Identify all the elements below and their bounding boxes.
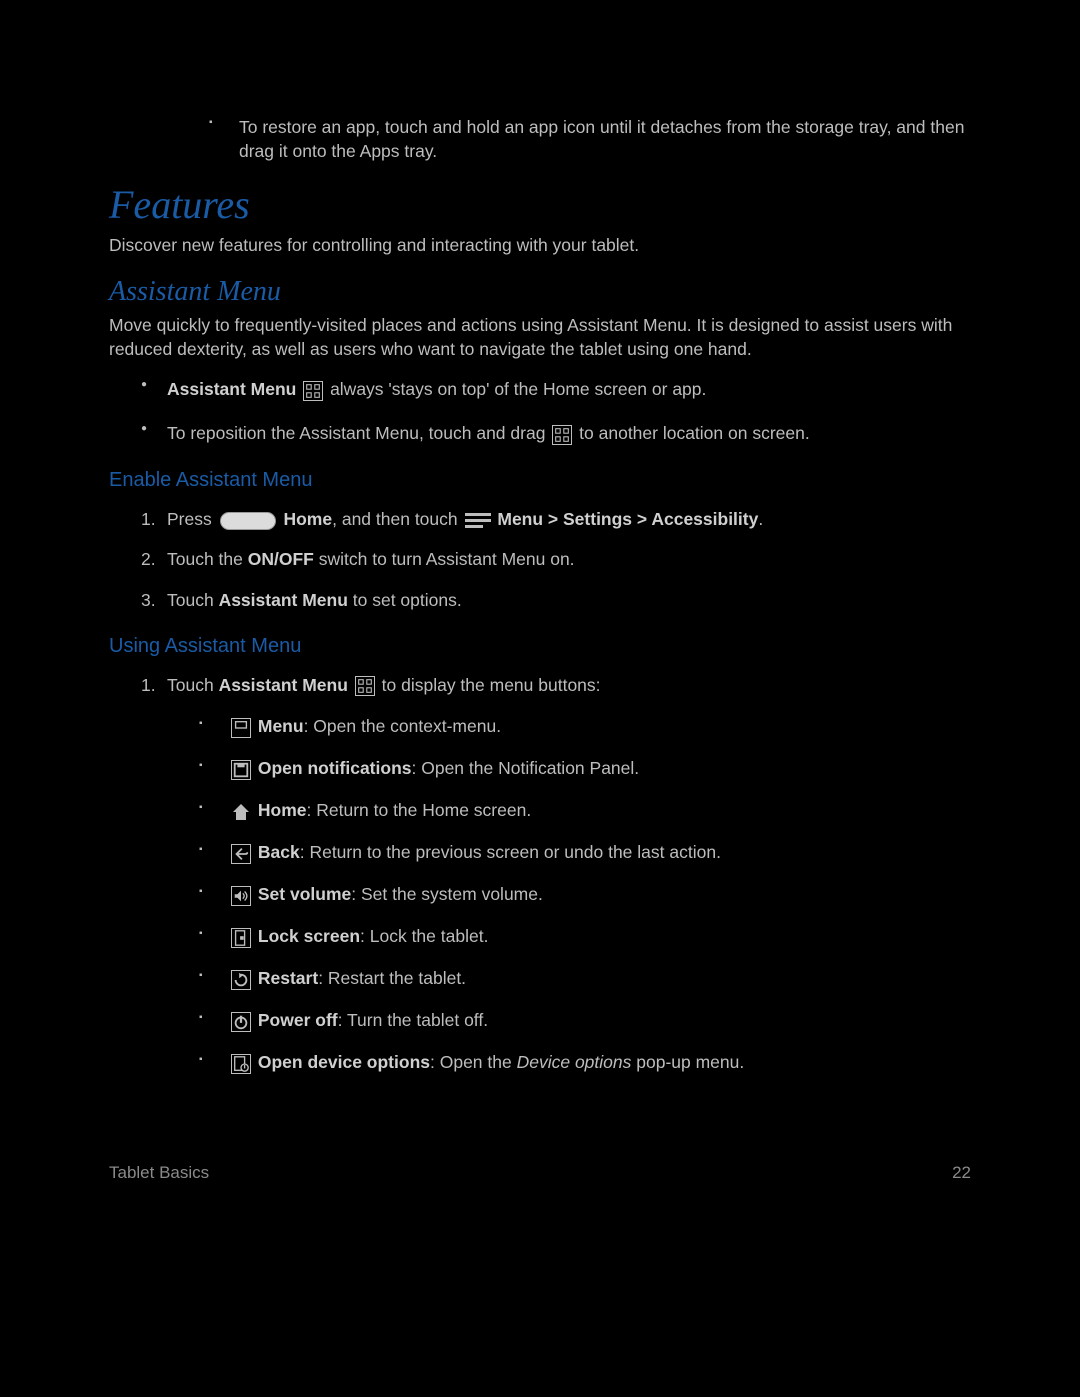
menu-path: Menu > Settings > Accessibility bbox=[497, 509, 758, 529]
desc: : Open the Notification Panel. bbox=[412, 758, 640, 778]
text: Touch the bbox=[167, 549, 248, 569]
menu-item-home: Home: Return to the Home screen. bbox=[199, 796, 971, 824]
bullet-reposition: To reposition the Assistant Menu, touch … bbox=[141, 419, 971, 447]
restore-app-bullet: To restore an app, touch and hold an app… bbox=[199, 116, 971, 163]
power-off-icon bbox=[231, 1012, 251, 1032]
desc: : Return to the Home screen. bbox=[307, 800, 532, 820]
assistant-menu-desc: Move quickly to frequently-visited place… bbox=[109, 314, 971, 361]
text: Touch bbox=[167, 590, 219, 610]
text: to set options. bbox=[348, 590, 462, 610]
label: Menu bbox=[258, 716, 304, 736]
menu-item-power: Power off: Turn the tablet off. bbox=[199, 1006, 971, 1034]
text: Touch bbox=[167, 675, 219, 695]
num: 1. bbox=[141, 672, 156, 698]
label: Lock screen bbox=[258, 926, 360, 946]
restart-icon bbox=[231, 970, 251, 990]
step-2: 2. Touch the ON/OFF switch to turn Assis… bbox=[141, 546, 971, 572]
desc: : Restart the tablet. bbox=[318, 968, 466, 988]
desc: : Return to the previous screen or undo … bbox=[300, 842, 721, 862]
desc-em: Device options bbox=[517, 1052, 632, 1072]
assistant-menu-icon bbox=[355, 676, 375, 696]
label-assistant-menu: Assistant Menu bbox=[167, 379, 296, 399]
text: switch to turn Assistant Menu on. bbox=[314, 549, 575, 569]
desc: : Open the context-menu. bbox=[304, 716, 501, 736]
text: always 'stays on top' of the Home screen… bbox=[325, 379, 706, 399]
volume-icon bbox=[231, 886, 251, 906]
heading-enable-assistant: Enable Assistant Menu bbox=[109, 469, 971, 492]
text-a: To reposition the Assistant Menu, touch … bbox=[167, 423, 550, 443]
home-button-icon bbox=[220, 512, 276, 530]
menu-item-restart: Restart: Restart the tablet. bbox=[199, 964, 971, 992]
step-3: 3. Touch Assistant Menu to set options. bbox=[141, 587, 971, 613]
menu-icon bbox=[465, 513, 491, 529]
page-footer: Tablet Basics 22 bbox=[109, 1163, 971, 1183]
desc: : Set the system volume. bbox=[351, 884, 543, 904]
label: Open notifications bbox=[258, 758, 412, 778]
lock-screen-icon bbox=[231, 928, 251, 948]
footer-section: Tablet Basics bbox=[109, 1163, 209, 1183]
back-icon bbox=[231, 844, 251, 864]
step-1: 1. Press Home, and then touch Menu > Set… bbox=[141, 506, 971, 532]
label: Home bbox=[258, 800, 307, 820]
menu-item-menu: Menu: Open the context-menu. bbox=[199, 712, 971, 740]
text: Press bbox=[167, 509, 217, 529]
heading-assistant-menu: Assistant Menu bbox=[109, 276, 971, 308]
context-menu-icon bbox=[231, 718, 251, 738]
device-options-icon bbox=[231, 1054, 251, 1074]
heading-features: Features bbox=[109, 181, 971, 228]
text: to display the menu buttons: bbox=[382, 675, 601, 695]
onoff: ON/OFF bbox=[248, 549, 314, 569]
features-desc: Discover new features for controlling an… bbox=[109, 234, 971, 258]
num: 1. bbox=[141, 506, 156, 532]
use-step-1: 1. Touch Assistant Menu to display the m… bbox=[141, 672, 971, 698]
label: Set volume bbox=[258, 884, 351, 904]
assistant-menu-icon bbox=[303, 381, 323, 401]
home-label: Home bbox=[283, 509, 332, 529]
assistant-menu-icon bbox=[552, 425, 572, 445]
label: Open device options bbox=[258, 1052, 430, 1072]
text: . bbox=[758, 509, 763, 529]
desc-a: : Open the bbox=[430, 1052, 517, 1072]
text: , and then touch bbox=[332, 509, 462, 529]
label: Assistant Menu bbox=[219, 675, 348, 695]
label: Restart bbox=[258, 968, 318, 988]
home-icon bbox=[231, 802, 251, 822]
text-b: to another location on screen. bbox=[574, 423, 809, 443]
heading-using-assistant: Using Assistant Menu bbox=[109, 635, 971, 658]
notifications-icon bbox=[231, 760, 251, 780]
desc: : Lock the tablet. bbox=[360, 926, 488, 946]
desc: : Turn the tablet off. bbox=[338, 1010, 488, 1030]
desc-b: pop-up menu. bbox=[631, 1052, 744, 1072]
footer-page-number: 22 bbox=[952, 1163, 971, 1183]
menu-item-back: Back: Return to the previous screen or u… bbox=[199, 838, 971, 866]
label: Power off bbox=[258, 1010, 338, 1030]
label: Back bbox=[258, 842, 300, 862]
label: Assistant Menu bbox=[219, 590, 348, 610]
menu-item-lock: Lock screen: Lock the tablet. bbox=[199, 922, 971, 950]
menu-item-notifications: Open notifications: Open the Notificatio… bbox=[199, 754, 971, 782]
menu-item-volume: Set volume: Set the system volume. bbox=[199, 880, 971, 908]
num: 2. bbox=[141, 546, 156, 572]
num: 3. bbox=[141, 587, 156, 613]
bullet-stays-on-top: Assistant Menu always 'stays on top' of … bbox=[141, 375, 971, 403]
menu-item-device-options: Open device options: Open the Device opt… bbox=[199, 1048, 971, 1076]
